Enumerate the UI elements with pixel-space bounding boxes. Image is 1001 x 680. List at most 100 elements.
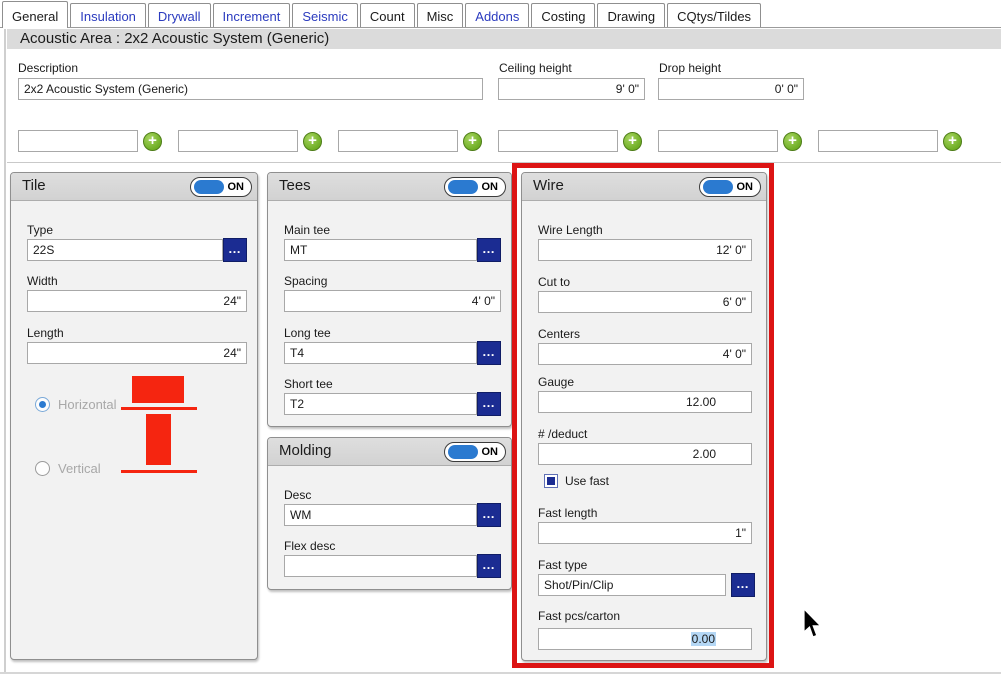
tile-width-label: Width	[27, 274, 58, 288]
acoustic-area-window: General Insulation Drywall Increment Sei…	[0, 0, 1001, 680]
cut-to-label: Cut to	[538, 275, 570, 289]
drop-height-input[interactable]	[658, 78, 804, 100]
toggle-pill-icon	[703, 180, 733, 194]
tile-width-input[interactable]	[27, 290, 247, 312]
tab-misc[interactable]: Misc	[417, 3, 464, 27]
long-tee-browse-icon[interactable]: …	[477, 341, 501, 365]
tees-panel-title: Tees	[279, 177, 311, 194]
molding-desc-input[interactable]	[284, 504, 477, 526]
tile-panel: Tile ON Type … Width Length Horizontal V…	[10, 172, 258, 660]
ceiling-height-input[interactable]	[498, 78, 645, 100]
cut-to-input[interactable]	[538, 291, 752, 313]
short-tee-label: Short tee	[284, 377, 333, 391]
add-icon[interactable]: +	[303, 132, 322, 151]
flex-desc-browse-icon[interactable]: …	[477, 554, 501, 578]
wire-panel-header: Wire ON	[522, 173, 766, 201]
quick-add-input-6[interactable]	[818, 130, 938, 152]
molding-desc-browse-icon[interactable]: …	[477, 503, 501, 527]
horizontal-tile-baseline	[121, 407, 197, 410]
tab-bar: General Insulation Drywall Increment Sei…	[0, 0, 1001, 28]
vertical-tile-diagram	[146, 414, 171, 465]
deduct-input[interactable]	[538, 443, 752, 465]
fast-length-label: Fast length	[538, 506, 597, 520]
wire-length-label: Wire Length	[538, 223, 603, 237]
tile-horizontal-radio[interactable]: Horizontal	[35, 397, 117, 412]
quick-add-input-4[interactable]	[498, 130, 618, 152]
wire-on-toggle[interactable]: ON	[699, 177, 761, 197]
tab-costing[interactable]: Costing	[531, 3, 595, 27]
tab-increment[interactable]: Increment	[213, 3, 291, 27]
toggle-on-label: ON	[737, 181, 754, 193]
long-tee-input[interactable]	[284, 342, 477, 364]
tab-seismic[interactable]: Seismic	[292, 3, 358, 27]
centers-label: Centers	[538, 327, 580, 341]
tile-type-input[interactable]	[27, 239, 223, 261]
tab-drawing[interactable]: Drawing	[597, 3, 665, 27]
toggle-pill-icon	[448, 445, 478, 459]
toggle-on-label: ON	[482, 181, 499, 193]
flex-desc-input[interactable]	[284, 555, 477, 577]
section-divider	[7, 162, 1001, 163]
tees-panel-header: Tees ON	[268, 173, 511, 201]
tile-length-label: Length	[27, 326, 64, 340]
toggle-pill-icon	[448, 180, 478, 194]
add-icon[interactable]: +	[143, 132, 162, 151]
fast-length-input[interactable]	[538, 522, 752, 544]
mouse-cursor-icon	[801, 608, 823, 643]
selected-value-text: 0.00	[691, 632, 716, 646]
wire-panel-title: Wire	[533, 177, 564, 194]
tile-vertical-radio[interactable]: Vertical	[35, 461, 101, 476]
molding-panel-title: Molding	[279, 442, 332, 459]
tees-on-toggle[interactable]: ON	[444, 177, 506, 197]
add-icon[interactable]: +	[783, 132, 802, 151]
flex-desc-label: Flex desc	[284, 539, 335, 553]
molding-panel: Molding ON Desc … Flex desc …	[267, 437, 512, 590]
tab-addons[interactable]: Addons	[465, 3, 529, 27]
tile-panel-title: Tile	[22, 177, 46, 194]
checkbox-icon	[544, 474, 558, 488]
drop-height-label: Drop height	[659, 61, 721, 75]
short-tee-input[interactable]	[284, 393, 477, 415]
vertical-tile-baseline	[121, 470, 197, 473]
horizontal-tile-diagram	[132, 376, 184, 403]
toggle-on-label: ON	[228, 181, 245, 193]
quick-add-input-5[interactable]	[658, 130, 778, 152]
fast-pcs-carton-input[interactable]: 0.00	[538, 628, 752, 650]
add-icon[interactable]: +	[463, 132, 482, 151]
gauge-input[interactable]	[538, 391, 752, 413]
tile-type-browse-icon[interactable]: …	[223, 238, 247, 262]
tile-type-label: Type	[27, 223, 53, 237]
main-tee-input[interactable]	[284, 239, 477, 261]
tab-general[interactable]: General	[2, 1, 68, 28]
spacing-label: Spacing	[284, 274, 327, 288]
quick-add-input-1[interactable]	[18, 130, 138, 152]
tile-length-input[interactable]	[27, 342, 247, 364]
tab-insulation[interactable]: Insulation	[70, 3, 146, 27]
add-icon[interactable]: +	[943, 132, 962, 151]
tab-cqtys-tildes[interactable]: CQtys/Tildes	[667, 3, 761, 27]
left-border-line	[4, 29, 6, 672]
centers-input[interactable]	[538, 343, 752, 365]
fast-type-input[interactable]	[538, 574, 726, 596]
fast-type-label: Fast type	[538, 558, 587, 572]
quick-add-input-3[interactable]	[338, 130, 458, 152]
quick-add-input-2[interactable]	[178, 130, 298, 152]
fast-type-browse-icon[interactable]: …	[731, 573, 755, 597]
wire-length-input[interactable]	[538, 239, 752, 261]
tile-on-toggle[interactable]: ON	[190, 177, 252, 197]
add-icon[interactable]: +	[623, 132, 642, 151]
use-fast-checkbox[interactable]: Use fast	[544, 474, 609, 488]
tees-panel: Tees ON Main tee … Spacing Long tee … Sh…	[267, 172, 512, 427]
tile-panel-header: Tile ON	[11, 173, 257, 201]
spacing-input[interactable]	[284, 290, 501, 312]
bottom-divider	[0, 672, 1001, 674]
tab-count[interactable]: Count	[360, 3, 415, 27]
description-input[interactable]	[18, 78, 483, 100]
toggle-on-label: ON	[482, 446, 499, 458]
main-tee-browse-icon[interactable]: …	[477, 238, 501, 262]
use-fast-label: Use fast	[565, 474, 609, 488]
molding-on-toggle[interactable]: ON	[444, 442, 506, 462]
short-tee-browse-icon[interactable]: …	[477, 392, 501, 416]
tab-drywall[interactable]: Drywall	[148, 3, 211, 27]
long-tee-label: Long tee	[284, 326, 331, 340]
